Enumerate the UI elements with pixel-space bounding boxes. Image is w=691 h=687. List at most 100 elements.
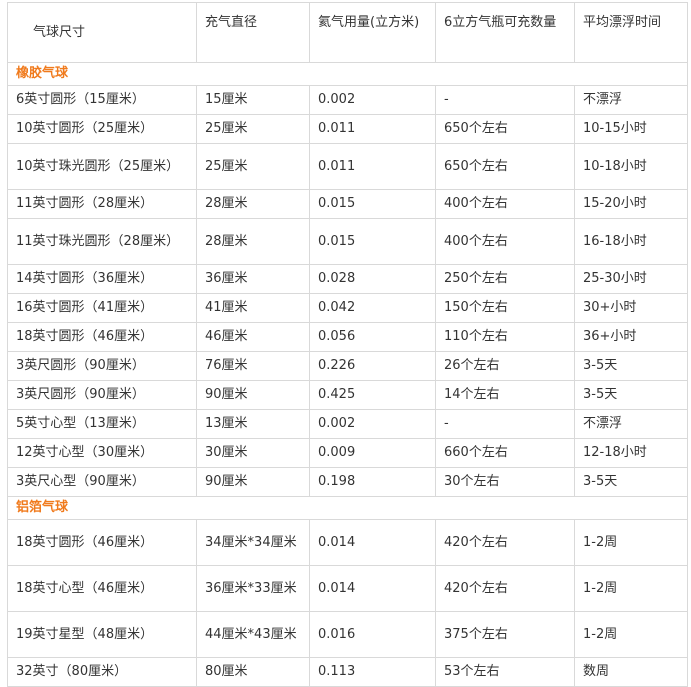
cell-count: 26个左右 bbox=[435, 351, 575, 381]
table-row: 3英尺心型（90厘米） 90厘米 0.198 30个左右 3-5天 bbox=[7, 467, 688, 497]
cell-helium: 0.002 bbox=[309, 85, 436, 115]
cell-float-time: 1-2周 bbox=[574, 611, 688, 658]
cell-size: 3英尺圆形（90厘米） bbox=[7, 351, 197, 381]
cell-float-time: 10-15小时 bbox=[574, 114, 688, 144]
cell-float-time: 25-30小时 bbox=[574, 264, 688, 294]
section-title: 铝箔气球 bbox=[7, 496, 688, 520]
cell-size: 5英寸心型（13厘米） bbox=[7, 409, 197, 439]
table-row: 11英寸圆形（28厘米） 28厘米 0.015 400个左右 15-20小时 bbox=[7, 189, 688, 219]
table-row: 10英寸圆形（25厘米） 25厘米 0.011 650个左右 10-15小时 bbox=[7, 114, 688, 144]
cell-size: 14英寸圆形（36厘米） bbox=[7, 264, 197, 294]
cell-count: 420个左右 bbox=[435, 565, 575, 612]
cell-float-time: 不漂浮 bbox=[574, 85, 688, 115]
cell-float-time: 36+小时 bbox=[574, 322, 688, 352]
cell-size: 6英寸圆形（15厘米） bbox=[7, 85, 197, 115]
cell-size: 16英寸圆形（41厘米） bbox=[7, 293, 197, 323]
cell-size: 19英寸星型（48厘米） bbox=[7, 611, 197, 658]
cell-helium: 0.002 bbox=[309, 409, 436, 439]
cell-float-time: 15-20小时 bbox=[574, 189, 688, 219]
table-header-row: 气球尺寸 充气直径 氦气用量(立方米) 6立方气瓶可充数量 平均漂浮时间 bbox=[7, 2, 688, 63]
table-row: 3英尺圆形（90厘米） 90厘米 0.425 14个左右 3-5天 bbox=[7, 380, 688, 410]
cell-helium: 0.014 bbox=[309, 565, 436, 612]
cell-count: - bbox=[435, 409, 575, 439]
table-row: 19英寸星型（48厘米） 44厘米*43厘米 0.016 375个左右 1-2周 bbox=[7, 611, 688, 658]
cell-float-time: 3-5天 bbox=[574, 351, 688, 381]
cell-diameter: 36厘米*33厘米 bbox=[196, 565, 310, 612]
cell-diameter: 25厘米 bbox=[196, 114, 310, 144]
cell-diameter: 25厘米 bbox=[196, 143, 310, 190]
cell-helium: 0.016 bbox=[309, 611, 436, 658]
cell-float-time: 数周 bbox=[574, 657, 688, 687]
header-helium-volume: 氦气用量(立方米) bbox=[309, 2, 436, 63]
table-row: 18英寸圆形（46厘米） 34厘米*34厘米 0.014 420个左右 1-2周 bbox=[7, 519, 688, 566]
cell-float-time: 12-18小时 bbox=[574, 438, 688, 468]
cell-helium: 0.226 bbox=[309, 351, 436, 381]
table-row: 11英寸珠光圆形（28厘米） 28厘米 0.015 400个左右 16-18小时 bbox=[7, 218, 688, 265]
cell-helium: 0.056 bbox=[309, 322, 436, 352]
table-row: 12英寸心型（30厘米） 30厘米 0.009 660个左右 12-18小时 bbox=[7, 438, 688, 468]
cell-count: 53个左右 bbox=[435, 657, 575, 687]
cell-float-time: 10-18小时 bbox=[574, 143, 688, 190]
table-row: 18英寸心型（46厘米） 36厘米*33厘米 0.014 420个左右 1-2周 bbox=[7, 565, 688, 612]
header-balloon-size: 气球尺寸 bbox=[7, 2, 197, 63]
cell-count: 650个左右 bbox=[435, 114, 575, 144]
cell-diameter: 76厘米 bbox=[196, 351, 310, 381]
cell-size: 12英寸心型（30厘米） bbox=[7, 438, 197, 468]
cell-helium: 0.015 bbox=[309, 189, 436, 219]
table-row: 5英寸心型（13厘米） 13厘米 0.002- 不漂浮 bbox=[7, 409, 688, 439]
section-title: 橡胶气球 bbox=[7, 62, 688, 86]
cell-diameter: 15厘米 bbox=[196, 85, 310, 115]
cell-float-time: 3-5天 bbox=[574, 467, 688, 497]
cell-diameter: 28厘米 bbox=[196, 189, 310, 219]
cell-diameter: 28厘米 bbox=[196, 218, 310, 265]
cell-helium: 0.011 bbox=[309, 143, 436, 190]
cell-diameter: 46厘米 bbox=[196, 322, 310, 352]
cell-diameter: 90厘米 bbox=[196, 467, 310, 497]
balloon-helium-table: 气球尺寸 充气直径 氦气用量(立方米) 6立方气瓶可充数量 平均漂浮时间 橡胶气… bbox=[7, 2, 688, 687]
table-row: 6英寸圆形（15厘米） 15厘米 0.002- 不漂浮 bbox=[7, 85, 688, 115]
cell-count: 150个左右 bbox=[435, 293, 575, 323]
cell-float-time: 3-5天 bbox=[574, 380, 688, 410]
cell-helium: 0.042 bbox=[309, 293, 436, 323]
cell-diameter: 44厘米*43厘米 bbox=[196, 611, 310, 658]
cell-helium: 0.028 bbox=[309, 264, 436, 294]
cell-count: 420个左右 bbox=[435, 519, 575, 566]
cell-size: 3英尺心型（90厘米） bbox=[7, 467, 197, 497]
header-inflated-diameter: 充气直径 bbox=[196, 2, 310, 63]
cell-helium: 0.011 bbox=[309, 114, 436, 144]
cell-count: 30个左右 bbox=[435, 467, 575, 497]
cell-size: 3英尺圆形（90厘米） bbox=[7, 380, 197, 410]
cell-helium: 0.113 bbox=[309, 657, 436, 687]
cell-diameter: 13厘米 bbox=[196, 409, 310, 439]
cell-float-time: 1-2周 bbox=[574, 519, 688, 566]
cell-size: 18英寸圆形（46厘米） bbox=[7, 519, 197, 566]
cell-count: 660个左右 bbox=[435, 438, 575, 468]
header-float-time: 平均漂浮时间 bbox=[574, 2, 688, 63]
cell-helium: 0.015 bbox=[309, 218, 436, 265]
cell-size: 11英寸圆形（28厘米） bbox=[7, 189, 197, 219]
cell-count: 400个左右 bbox=[435, 218, 575, 265]
cell-size: 11英寸珠光圆形（28厘米） bbox=[7, 218, 197, 265]
cell-float-time: 不漂浮 bbox=[574, 409, 688, 439]
cell-float-time: 30+小时 bbox=[574, 293, 688, 323]
cell-count: 250个左右 bbox=[435, 264, 575, 294]
cell-diameter: 90厘米 bbox=[196, 380, 310, 410]
cell-size: 10英寸圆形（25厘米） bbox=[7, 114, 197, 144]
cell-size: 18英寸心型（46厘米） bbox=[7, 565, 197, 612]
cell-helium: 0.009 bbox=[309, 438, 436, 468]
section-row: 铝箔气球 bbox=[7, 496, 688, 520]
cell-count: 110个左右 bbox=[435, 322, 575, 352]
cell-size: 18英寸圆形（46厘米） bbox=[7, 322, 197, 352]
cell-helium: 0.425 bbox=[309, 380, 436, 410]
cell-count: 375个左右 bbox=[435, 611, 575, 658]
cell-count: - bbox=[435, 85, 575, 115]
cell-size: 10英寸珠光圆形（25厘米） bbox=[7, 143, 197, 190]
cell-count: 400个左右 bbox=[435, 189, 575, 219]
cell-diameter: 30厘米 bbox=[196, 438, 310, 468]
cell-diameter: 36厘米 bbox=[196, 264, 310, 294]
cell-size: 32英寸（80厘米） bbox=[7, 657, 197, 687]
cell-helium: 0.198 bbox=[309, 467, 436, 497]
table-row: 3英尺圆形（90厘米） 76厘米 0.226 26个左右 3-5天 bbox=[7, 351, 688, 381]
cell-count: 14个左右 bbox=[435, 380, 575, 410]
table-row: 32英寸（80厘米） 80厘米 0.113 53个左右 数周 bbox=[7, 657, 688, 687]
